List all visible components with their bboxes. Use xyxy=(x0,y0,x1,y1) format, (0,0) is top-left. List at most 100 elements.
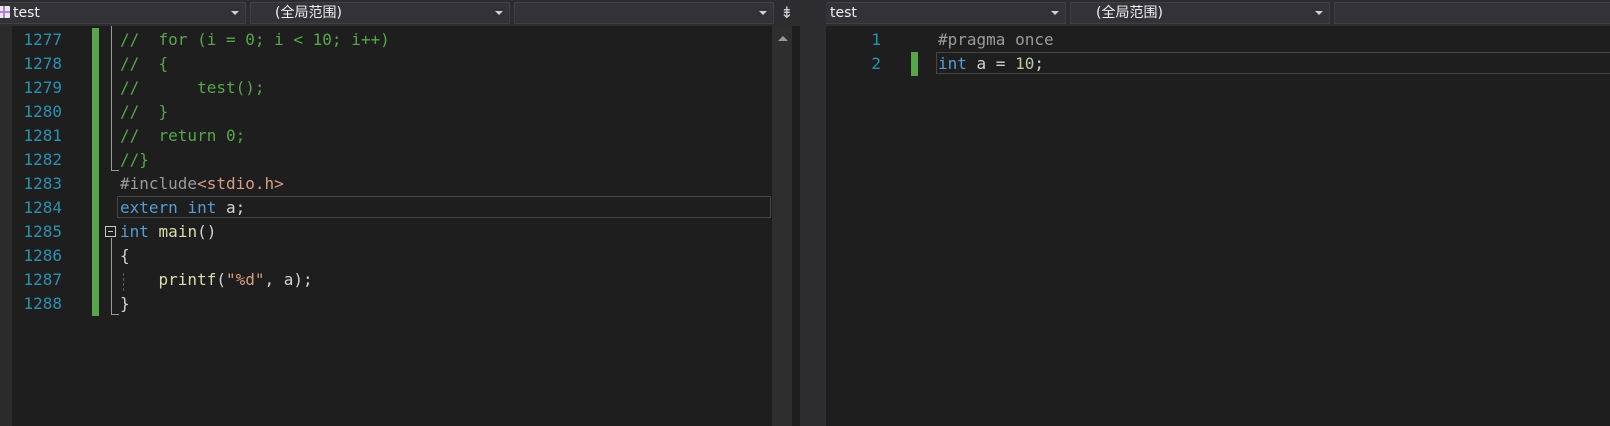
line-number: 1287 xyxy=(23,270,62,289)
code-text: // { xyxy=(120,52,168,76)
line-number: 1286 xyxy=(23,246,62,265)
code-token: //} xyxy=(120,150,149,169)
change-marker xyxy=(92,124,99,148)
code-token: // test(); xyxy=(120,78,265,97)
line-number: 1277 xyxy=(23,30,62,49)
code-token: // } xyxy=(120,102,169,121)
code-token: "%d" xyxy=(225,270,265,289)
change-marker xyxy=(92,220,99,244)
code-text: int a = 10; xyxy=(938,52,1044,76)
change-marker xyxy=(92,196,99,220)
line-number: 1284 xyxy=(23,198,62,217)
scroll-up-arrow-icon[interactable] xyxy=(778,36,788,41)
scope-dropdown-label: (全局范围) xyxy=(275,5,342,21)
code-line[interactable]: 1284 extern int a; xyxy=(0,196,800,220)
line-number: 1283 xyxy=(23,174,62,193)
scope-dropdown-left[interactable]: (全局范围) xyxy=(250,2,510,24)
code-editor-right[interactable]: 1 #pragma once 2 int a = 10; xyxy=(826,26,1610,426)
line-number: 1285 xyxy=(23,222,62,241)
scope-dropdown-label: (全局范围) xyxy=(1096,5,1163,21)
code-token: printf xyxy=(158,270,217,289)
left-editor-pane: test (全局范围) ⇟ 1277 // for (i = 0; i < 10;… xyxy=(0,0,800,426)
code-token: { xyxy=(120,246,130,265)
chevron-down-icon xyxy=(231,11,239,15)
vertical-scrollbar-left[interactable] xyxy=(772,26,792,426)
code-token: // { xyxy=(120,54,169,73)
file-dropdown-right[interactable]: test xyxy=(826,2,1066,24)
line-number: 1281 xyxy=(23,126,62,145)
code-text: // for (i = 0; i < 10; i++) xyxy=(120,28,390,52)
line-number: 2 xyxy=(871,54,881,73)
change-marker xyxy=(92,172,99,196)
code-token: // return 0; xyxy=(120,126,246,145)
line-number: 1282 xyxy=(23,150,62,169)
code-token: () xyxy=(197,222,217,241)
scope-dropdown-right[interactable]: (全局范围) xyxy=(1070,2,1330,24)
line-number: 1280 xyxy=(23,102,62,121)
code-line[interactable]: 1280 // } xyxy=(0,100,800,124)
navigation-bar-left: test (全局范围) ⇟ xyxy=(0,0,800,26)
file-dropdown-label: test xyxy=(13,5,40,21)
pane-splitter[interactable] xyxy=(800,0,826,426)
line-number: 1278 xyxy=(23,54,62,73)
code-token: ( xyxy=(216,270,226,289)
code-text: // } xyxy=(120,100,168,124)
line-number: 1 xyxy=(871,30,881,49)
member-dropdown-left[interactable] xyxy=(514,2,774,24)
code-token: } xyxy=(120,294,130,313)
code-line[interactable]: 1278 // { xyxy=(0,52,800,76)
file-dropdown-left[interactable]: test xyxy=(0,2,246,24)
member-dropdown-right[interactable] xyxy=(1334,2,1610,24)
right-editor-pane: test (全局范围) 1 #pragma once 2 int a = 10; xyxy=(826,0,1610,426)
line-number: 1279 xyxy=(23,78,62,97)
cpp-file-icon xyxy=(0,6,10,18)
code-line[interactable]: 1279 // test(); xyxy=(0,76,800,100)
code-token: int xyxy=(187,198,217,217)
code-text: printf("%d", a); xyxy=(120,268,313,292)
change-marker xyxy=(92,52,99,76)
code-token: int xyxy=(120,222,149,241)
code-token: ; xyxy=(1034,54,1044,73)
code-text: #pragma once xyxy=(938,28,1054,52)
code-editor-left[interactable]: 1277// for (i = 0; i < 10; i++) 1278// {1… xyxy=(0,26,800,426)
code-text: #include<stdio.h> xyxy=(120,172,284,196)
change-marker xyxy=(92,244,99,268)
code-line[interactable]: 2 int a = 10; xyxy=(826,52,1610,76)
line-number: 1288 xyxy=(23,294,62,313)
change-marker xyxy=(92,292,99,316)
chevron-down-icon xyxy=(495,11,503,15)
code-token: , a); xyxy=(264,270,313,289)
change-marker xyxy=(92,148,99,172)
code-line[interactable]: 1287 printf("%d", a); xyxy=(0,268,800,292)
change-marker xyxy=(911,52,918,76)
chevron-down-icon xyxy=(1051,11,1059,15)
code-token: 10 xyxy=(1015,54,1035,73)
split-window-icon[interactable]: ⇟ xyxy=(778,4,796,22)
code-token: <stdio.h> xyxy=(197,174,284,193)
code-line[interactable]: 1285 int main() xyxy=(0,220,800,244)
chevron-down-icon xyxy=(759,11,767,15)
code-line[interactable]: 1288} xyxy=(0,292,800,316)
code-text: // test(); xyxy=(120,76,265,100)
code-token: // for (i = 0; i < 10; i++) xyxy=(120,30,390,49)
code-line[interactable]: 1282 //} xyxy=(0,148,800,172)
code-text: int main() xyxy=(120,220,216,244)
change-marker xyxy=(92,100,99,124)
code-token: int xyxy=(938,54,967,73)
code-line[interactable]: 1286 { xyxy=(0,244,800,268)
navigation-bar-right: test (全局范围) xyxy=(826,0,1610,26)
code-line[interactable]: 1281 // return 0; xyxy=(0,124,800,148)
code-token: main xyxy=(158,222,198,241)
file-dropdown-label: test xyxy=(830,5,857,21)
code-text: extern int a; xyxy=(120,196,245,220)
code-line[interactable]: 1277 // for (i = 0; i < 10; i++) xyxy=(0,28,800,52)
code-text: { xyxy=(120,244,130,268)
change-marker xyxy=(92,28,99,52)
code-line[interactable]: 1 #pragma once xyxy=(826,28,1610,52)
code-text: //} xyxy=(120,148,149,172)
chevron-down-icon xyxy=(1315,11,1323,15)
code-line[interactable]: 1283 #include<stdio.h> xyxy=(0,172,800,196)
